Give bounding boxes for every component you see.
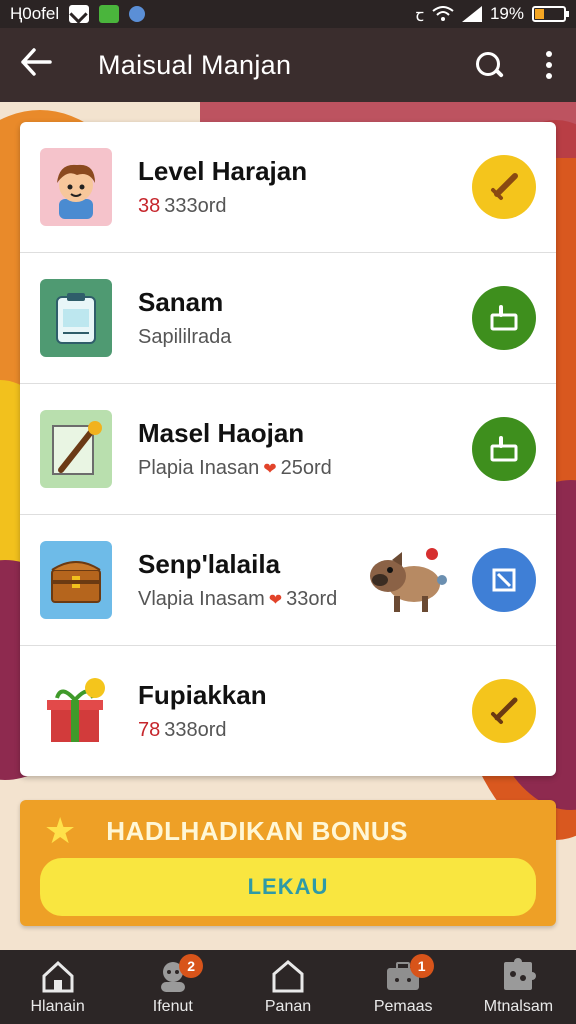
sword-icon bbox=[491, 173, 518, 200]
battery-icon bbox=[532, 6, 569, 22]
nav-item-label: Pemaas bbox=[373, 998, 433, 1015]
app-bar: Maisual Manjan bbox=[0, 28, 576, 102]
thumb-up-action-button[interactable] bbox=[472, 286, 536, 350]
wifi-icon bbox=[432, 6, 454, 21]
list-item[interactable]: Fupiakkan 78 338ord bbox=[20, 646, 556, 776]
house-outline-icon bbox=[272, 960, 304, 993]
bonus-banner: ★ HADLHADIKAN BONUS LEKAU bbox=[20, 800, 556, 926]
search-icon[interactable] bbox=[474, 50, 504, 80]
nav-item-mtnalsam[interactable]: Mtnalsam bbox=[461, 950, 576, 1024]
nav-item-chat[interactable]: 2 Ifenut bbox=[115, 950, 230, 1024]
mail-notification-icon bbox=[69, 5, 90, 23]
nav-item-label: Panan bbox=[264, 998, 312, 1015]
item-list: Level Harajan 38 333ord Sanam Sapililrad… bbox=[20, 122, 556, 776]
wand-icon bbox=[40, 410, 112, 488]
list-item[interactable]: Senp'lalaila Vlapia Inasam ❤ 33ord bbox=[20, 515, 556, 646]
list-item[interactable]: Masel Haojan Plapia Inasan ❤ 25ord bbox=[20, 384, 556, 515]
nav-item-home[interactable]: Hlanain bbox=[0, 950, 115, 1024]
signal-icon bbox=[461, 6, 482, 22]
item-subtitle: Plapia Inasan ❤ 25ord bbox=[138, 457, 332, 479]
item-name: Senp'lalaila bbox=[138, 549, 281, 579]
bottom-navigation: Hlanain 2 Ifenut Panan 1 Pemaas Mtnalsam bbox=[0, 950, 576, 1024]
nav-item-panan[interactable]: Panan bbox=[230, 950, 345, 1024]
sword-icon bbox=[491, 697, 518, 724]
more-vertical-icon[interactable] bbox=[542, 51, 556, 79]
nav-item-label: Ifenut bbox=[152, 998, 193, 1015]
item-subtitle: Sapililrada bbox=[138, 326, 232, 348]
carrier-label: Ң0оfеl bbox=[10, 4, 60, 23]
gift-box-icon bbox=[40, 672, 112, 750]
alarm-icon: ꞇ bbox=[415, 5, 424, 25]
item-name: Sanam bbox=[138, 287, 224, 317]
back-arrow-icon[interactable] bbox=[20, 48, 62, 82]
item-subtitle: Vlapia Inasam ❤ 33ord bbox=[138, 588, 338, 610]
bonus-label: HADLHADIKAN BONUS bbox=[106, 815, 408, 846]
heart-icon: ❤ bbox=[263, 460, 277, 478]
item-name: Fupiakkan bbox=[138, 680, 267, 710]
star-icon: ★ bbox=[44, 810, 77, 851]
treasure-chest-icon bbox=[40, 541, 112, 619]
notification-badge: 2 bbox=[179, 954, 204, 978]
nav-item-label: Mtnalsam bbox=[483, 998, 554, 1015]
sword-action-button[interactable] bbox=[472, 679, 536, 743]
expand-action-button[interactable] bbox=[472, 548, 536, 612]
item-subtitle: 78 338ord bbox=[138, 719, 227, 741]
location-notification-icon bbox=[129, 6, 146, 22]
bonus-claim-button[interactable]: LEKAU bbox=[40, 858, 536, 916]
pet-mascot-icon bbox=[368, 546, 452, 621]
expand-icon bbox=[492, 568, 516, 592]
nav-item-label: Hlanain bbox=[30, 998, 85, 1015]
sword-action-button[interactable] bbox=[472, 155, 536, 219]
item-name: Level Harajan bbox=[138, 156, 308, 186]
thumb-up-action-button[interactable] bbox=[472, 417, 536, 481]
puzzle-icon bbox=[504, 958, 537, 990]
thumb-up-icon bbox=[490, 436, 518, 462]
list-item[interactable]: Sanam Sapililrada bbox=[20, 253, 556, 384]
clipboard-icon bbox=[40, 279, 112, 357]
notification-badge: 1 bbox=[409, 954, 434, 978]
battery-percent: 19% bbox=[489, 4, 524, 23]
item-subtitle: 38 333ord bbox=[138, 195, 227, 217]
thumb-up-icon bbox=[490, 305, 518, 331]
home-icon bbox=[42, 960, 74, 993]
nav-item-pemaas[interactable]: 1 Pemaas bbox=[346, 950, 461, 1024]
boy-avatar-icon bbox=[40, 148, 112, 226]
item-name: Masel Haojan bbox=[138, 418, 305, 448]
status-bar: Ң0оfеl ꞇ 19% bbox=[0, 0, 576, 28]
list-item[interactable]: Level Harajan 38 333ord bbox=[20, 122, 556, 253]
page-title: Maisual Manjan bbox=[98, 49, 292, 80]
app-notification-icon bbox=[99, 5, 120, 23]
heart-icon: ❤ bbox=[268, 591, 283, 609]
